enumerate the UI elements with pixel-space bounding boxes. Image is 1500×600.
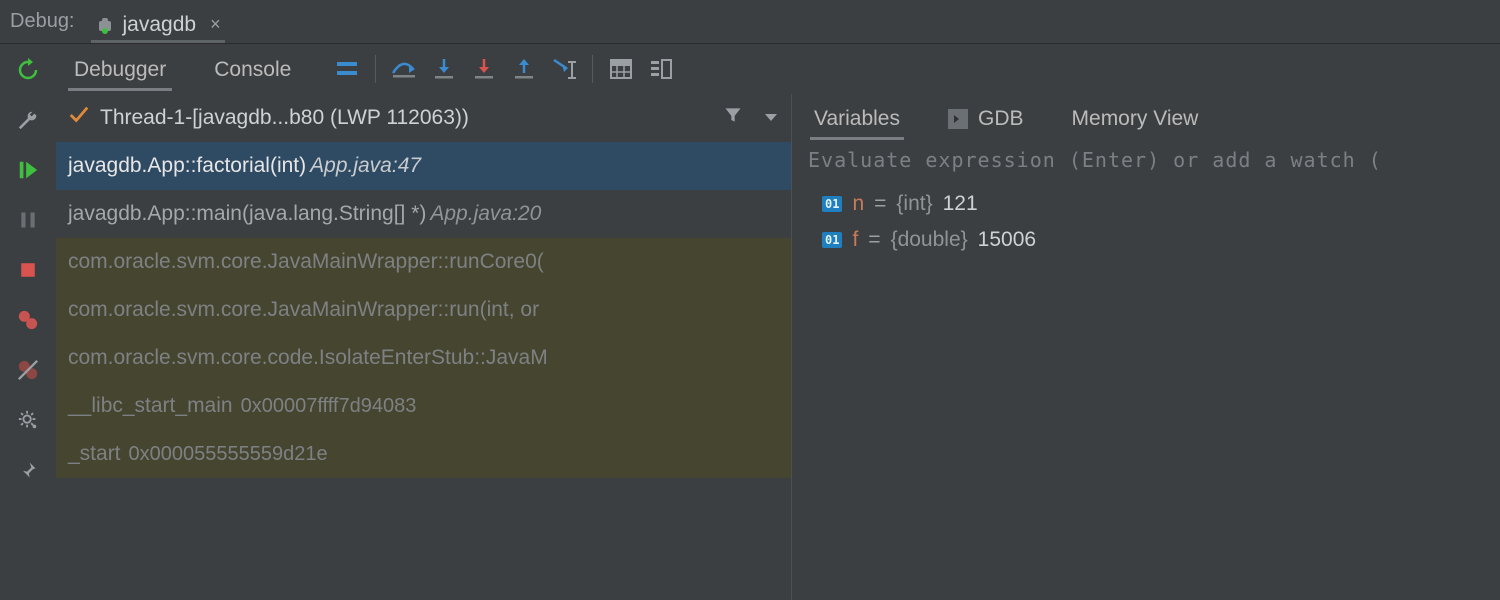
toolbar-separator: [375, 55, 376, 83]
stack-frame[interactable]: com.oracle.svm.core.code.IsolateEnterStu…: [56, 334, 791, 382]
tab-debugger[interactable]: Debugger: [68, 48, 172, 90]
show-execution-point-button[interactable]: [329, 51, 365, 87]
variable-list: 01n={int}12101f={double}15006: [792, 186, 1500, 258]
frame-list: javagdb.App::factorial(int) App.java:47j…: [56, 142, 791, 600]
debug-label: Debug:: [10, 10, 75, 33]
thread-label: Thread-1-[javagdb...b80 (LWP 112063)): [100, 106, 469, 130]
wrench-icon[interactable]: [14, 106, 42, 134]
stop-button[interactable]: [14, 256, 42, 284]
variable-row[interactable]: 01f={double}15006: [792, 222, 1500, 258]
tab-memory-view[interactable]: Memory View: [1068, 97, 1203, 139]
variable-row[interactable]: 01n={int}121: [792, 186, 1500, 222]
stack-frame[interactable]: javagdb.App::factorial(int) App.java:47: [56, 142, 791, 190]
pause-button[interactable]: [14, 206, 42, 234]
debugger-toolbar: Debugger Console: [56, 44, 1500, 94]
toolbar-separator: [592, 55, 593, 83]
close-icon[interactable]: ×: [204, 14, 221, 35]
bug-icon: [95, 15, 115, 35]
force-step-into-button[interactable]: [466, 51, 502, 87]
rerun-button[interactable]: [14, 56, 42, 84]
stack-frame[interactable]: _start0x000055555559d21e: [56, 430, 791, 478]
stack-frame[interactable]: com.oracle.svm.core.JavaMainWrapper::run…: [56, 286, 791, 334]
run-config-name: javagdb: [123, 13, 197, 37]
stack-frame[interactable]: javagdb.App::main(java.lang.String[] *) …: [56, 190, 791, 238]
evaluate-expression-input[interactable]: Evaluate expression (Enter) or add a wat…: [792, 142, 1500, 186]
checkmark-icon: [68, 104, 90, 132]
variables-pane: Variables GDB Memory View Evaluate expre…: [792, 94, 1500, 600]
stack-frame[interactable]: __libc_start_main0x00007ffff7d94083: [56, 382, 791, 430]
chevron-down-icon[interactable]: [763, 106, 779, 130]
terminal-icon: [948, 109, 968, 129]
thread-selector[interactable]: Thread-1-[javagdb...b80 (LWP 112063)): [56, 94, 791, 142]
run-config-tab[interactable]: javagdb ×: [91, 7, 225, 37]
debug-side-toolbar: [0, 44, 56, 600]
view-breakpoints-button[interactable]: [14, 306, 42, 334]
settings-button[interactable]: [14, 406, 42, 434]
pin-button[interactable]: [14, 456, 42, 484]
debug-titlebar: Debug: javagdb ×: [0, 0, 1500, 44]
filter-icon[interactable]: [723, 105, 743, 131]
tab-variables[interactable]: Variables: [810, 97, 904, 139]
trace-button[interactable]: [643, 51, 679, 87]
evaluate-expression-button[interactable]: [603, 51, 639, 87]
step-over-button[interactable]: [386, 51, 422, 87]
step-out-button[interactable]: [506, 51, 542, 87]
tab-gdb[interactable]: GDB: [944, 97, 1028, 139]
step-into-button[interactable]: [426, 51, 462, 87]
mute-breakpoints-button[interactable]: [14, 356, 42, 384]
primitive-icon: 01: [822, 196, 842, 212]
tab-console[interactable]: Console: [208, 48, 297, 90]
run-to-cursor-button[interactable]: [546, 51, 582, 87]
frames-pane: Thread-1-[javagdb...b80 (LWP 112063)) ja…: [56, 94, 792, 600]
stack-frame[interactable]: com.oracle.svm.core.JavaMainWrapper::run…: [56, 238, 791, 286]
resume-button[interactable]: [14, 156, 42, 184]
primitive-icon: 01: [822, 232, 842, 248]
